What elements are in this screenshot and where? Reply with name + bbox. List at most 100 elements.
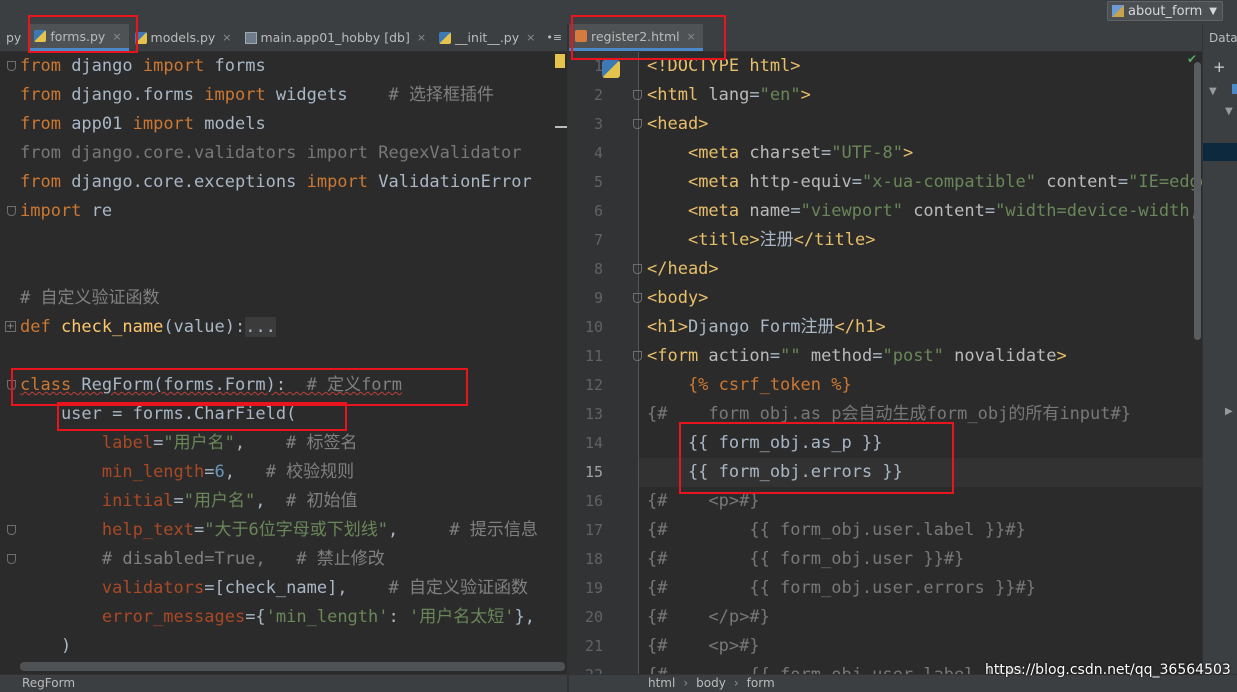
- tool-window-title[interactable]: Data: [1209, 31, 1237, 45]
- code-line: error_messages={'min_length': '用户名太短'},: [101, 607, 535, 627]
- horizontal-scrollbar[interactable]: [20, 662, 565, 671]
- tab-models-py[interactable]: models.py ×: [129, 24, 239, 51]
- code-line: from django.core.exceptions import Valid…: [20, 172, 532, 192]
- code-line: validators=[check_name], # 自定义验证函数: [101, 578, 528, 598]
- line-number: 10: [584, 318, 603, 336]
- line-number: 2: [593, 86, 603, 104]
- fold-marker-icon[interactable]: [633, 293, 642, 303]
- line-number: 6: [593, 202, 603, 220]
- line-number: 16: [584, 492, 603, 510]
- line-number: 22: [569, 661, 603, 674]
- tab-label: __init__.py: [455, 30, 520, 45]
- django-config-icon: [1112, 5, 1124, 17]
- fold-marker-icon[interactable]: [633, 90, 642, 100]
- line-number: 9: [593, 289, 603, 307]
- code-line: min_length=6, # 校验规则: [101, 462, 355, 482]
- code-line: def check_name(value):...: [20, 317, 276, 337]
- line-number: 19: [584, 579, 603, 597]
- tab-overflow-menu[interactable]: •≡: [542, 24, 566, 51]
- chevron-down-icon: ▼: [1209, 5, 1217, 17]
- code-line: <body>: [647, 288, 709, 308]
- line-number: 14: [584, 434, 603, 452]
- annotation-box-form-obj: [679, 422, 954, 494]
- warning-marker[interactable]: [555, 54, 565, 68]
- python-file-icon: [439, 31, 452, 44]
- code-line: from django.core.validators import Regex…: [20, 143, 522, 163]
- selected-tree-row[interactable]: [1203, 143, 1237, 161]
- breadcrumb-html[interactable]: html: [648, 676, 675, 690]
- scroll-marker[interactable]: [555, 126, 567, 128]
- code-line: help_text="大于6位字母或下划线", # 提示信息: [101, 520, 538, 540]
- fold-marker-icon[interactable]: [633, 119, 642, 129]
- code-line: <form action="" method="post" novalidate…: [647, 346, 1067, 366]
- fold-marker-icon[interactable]: [633, 351, 642, 361]
- breadcrumb-separator-icon: ›: [733, 676, 739, 690]
- forms-py-editor[interactable]: + from django import forms from django.f…: [0, 52, 567, 674]
- annotation-box-class: [11, 368, 468, 406]
- code-line: {% csrf_token %}: [647, 375, 852, 395]
- line-number: 18: [584, 550, 603, 568]
- breadcrumb-separator-icon: ›: [683, 676, 689, 690]
- fold-marker-icon[interactable]: [7, 554, 16, 564]
- code-line: ): [20, 636, 72, 656]
- tab-init-py[interactable]: __init__.py ×: [433, 24, 542, 51]
- left-breadcrumb-bar: RegForm: [0, 674, 567, 692]
- code-line: {# <p>#}: [647, 636, 760, 656]
- code-line: {# {{ form_obj.user.label }}#}: [647, 520, 1026, 540]
- close-icon[interactable]: ×: [417, 31, 426, 44]
- line-number: 17: [584, 521, 603, 539]
- fold-marker-icon[interactable]: [7, 525, 16, 535]
- close-icon[interactable]: ×: [526, 31, 535, 44]
- code-line: <meta charset="UTF-8">: [687, 143, 914, 163]
- tree-expand-icon[interactable]: ▼: [1225, 106, 1233, 117]
- code-line: </head>: [647, 259, 719, 279]
- line-number: 7: [593, 231, 603, 249]
- database-table-icon: [244, 31, 257, 44]
- breadcrumb-body[interactable]: body: [696, 676, 726, 690]
- close-icon[interactable]: ×: [222, 31, 231, 44]
- code-line: {# </p>#}: [647, 607, 770, 627]
- code-line: import re: [20, 201, 113, 221]
- line-number: 5: [593, 173, 603, 191]
- line-number: 15: [584, 463, 603, 481]
- code-line: {# {{ form_obj.user.label }}#}: [647, 661, 1026, 674]
- fold-marker-icon[interactable]: [7, 61, 16, 71]
- python-run-icon[interactable]: [602, 60, 620, 78]
- annotation-box-forms-tab: [28, 15, 138, 53]
- run-config-select[interactable]: about_form ▼: [1107, 1, 1223, 21]
- code-line: <h1>Django Form注册</h1>: [647, 317, 886, 337]
- line-number: 21: [584, 637, 603, 655]
- line-number: 4: [593, 144, 603, 162]
- breadcrumb-form[interactable]: form: [747, 676, 775, 690]
- code-line: # disabled=True, # 禁止修改: [20, 549, 385, 569]
- fold-expand-icon[interactable]: +: [5, 321, 16, 332]
- annotation-box-html-tab: [571, 15, 726, 60]
- code-line: <head>: [647, 114, 709, 134]
- code-line: <html lang="en">: [647, 85, 811, 105]
- vertical-scrollbar[interactable]: [1194, 62, 1201, 340]
- code-line: label="用户名", # 标签名: [101, 433, 358, 453]
- annotation-box-user-field: [57, 402, 347, 431]
- tab-label: models.py: [150, 30, 216, 45]
- line-number: 8: [593, 260, 603, 278]
- add-icon[interactable]: +: [1213, 58, 1226, 76]
- code-line: initial="用户名", # 初始值: [101, 491, 358, 511]
- code-line: {# {{ form_obj.user }}#}: [647, 549, 965, 569]
- fold-marker-icon[interactable]: [7, 206, 16, 216]
- fold-marker-icon[interactable]: [633, 264, 642, 274]
- register2-html-editor[interactable]: 1 2 3 4 5 6 7 8 9 10 11 12 13 14 15 16 1…: [569, 52, 1202, 674]
- line-number: 11: [584, 347, 603, 365]
- tree-expand-icon[interactable]: ▼: [1209, 86, 1217, 97]
- tree-collapse-icon[interactable]: ▶: [1225, 406, 1233, 417]
- database-tool-window: Data + ▼ ▼ ▶: [1202, 24, 1237, 674]
- breadcrumb-class[interactable]: RegForm: [22, 676, 75, 690]
- tab-db-table[interactable]: main.app01_hobby [db] ×: [239, 24, 434, 51]
- line-number: 13: [584, 405, 603, 423]
- line-number: 20: [584, 608, 603, 626]
- code-line: from app01 import models: [20, 114, 266, 134]
- code-line: <title>注册</title>: [687, 230, 876, 250]
- line-number: 12: [584, 376, 603, 394]
- code-line: {# {{ form_obj.user.errors }}#}: [647, 578, 1036, 598]
- watermark-url: https://blog.csdn.net/qq_36564503: [985, 662, 1231, 678]
- tab-overflow-py[interactable]: py: [0, 24, 28, 51]
